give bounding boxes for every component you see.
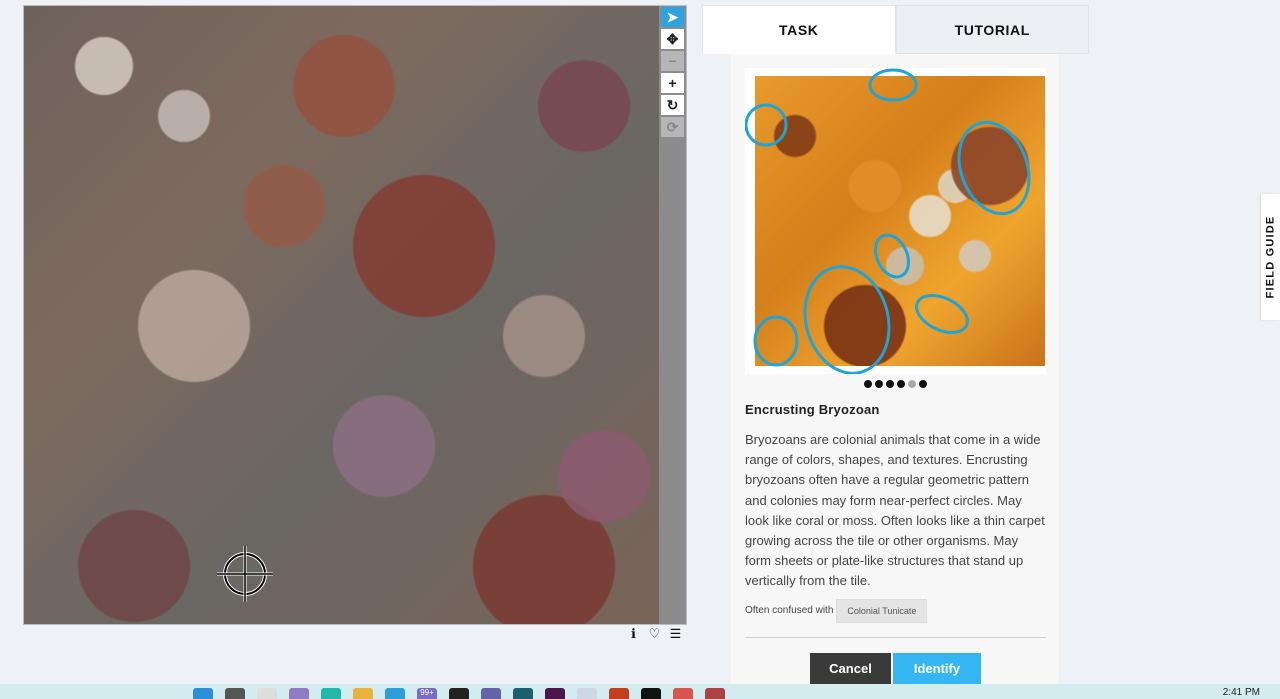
arrow-cursor-icon: ➤ [666, 8, 679, 25]
highlight-ellipse [745, 103, 788, 147]
tab-tutorial[interactable]: TUTORIAL [895, 5, 1089, 54]
taskbar-app-mail-icon[interactable]: 99+ [417, 688, 437, 699]
example-pagination [745, 380, 1046, 388]
highlight-ellipses [745, 68, 1031, 374]
taskbar-app-files-icon[interactable] [257, 688, 277, 699]
reset-tool[interactable]: ⟳ [661, 117, 684, 137]
refresh-icon: ⟳ [666, 118, 679, 135]
example-dot[interactable] [897, 380, 905, 388]
zoom-out-tool[interactable]: − [661, 51, 684, 71]
example-dot[interactable] [875, 380, 883, 388]
example-dot[interactable] [908, 380, 916, 388]
species-title: Encrusting Bryozoan [745, 402, 880, 417]
highlight-ellipse [957, 120, 1031, 216]
os-taskbar: 99+ 2:41 PM [0, 684, 1280, 699]
taskbar-app-terminal-icon[interactable] [513, 688, 533, 699]
rotate-tool[interactable]: ↻ [661, 95, 684, 115]
cancel-button[interactable]: Cancel [810, 652, 891, 684]
species-details: Encrusting Bryozoan Bryozoans are coloni… [731, 54, 1059, 699]
highlight-ellipse [868, 68, 918, 102]
taskbar-app-teams-icon[interactable] [481, 688, 501, 699]
tab-task[interactable]: TASK [702, 5, 896, 54]
example-dot[interactable] [919, 380, 927, 388]
taskbar-app-folder-icon[interactable] [353, 688, 373, 699]
minus-icon: − [668, 53, 677, 69]
action-buttons: Cancel Identify [745, 652, 1046, 684]
highlight-ellipse [874, 233, 910, 279]
subject-viewer[interactable]: ➤ ✥ − + ↻ ⟳ [23, 5, 687, 625]
field-guide-label: FIELD GUIDE [1264, 215, 1277, 299]
subject-image[interactable] [24, 6, 660, 624]
identify-button[interactable]: Identify [893, 652, 981, 684]
pointer-tool[interactable]: ➤ [661, 7, 684, 27]
subject-meta-icons: ℹ ♡ ☰ [626, 626, 683, 641]
taskbar-app-chrome-icon[interactable] [673, 688, 693, 699]
task-panel: TASK TUTORIAL Encrusting Bryozoan Bryozo… [702, 5, 1089, 699]
taskbar-clock: 2:41 PM [1222, 687, 1260, 698]
confused-with-chip[interactable]: Colonial Tunicate [836, 598, 928, 623]
taskbar-app-github-icon[interactable] [641, 688, 661, 699]
highlight-ellipse [753, 315, 799, 367]
example-dot[interactable] [886, 380, 894, 388]
plus-icon: + [668, 75, 677, 91]
zoom-in-tool[interactable]: + [661, 73, 684, 93]
highlight-ellipse [803, 265, 891, 374]
species-description: Bryozoans are colonial animals that come… [745, 432, 1045, 589]
confused-with-row: Often confused with Colonial Tunicate [745, 598, 1046, 623]
crosshair-cursor-icon [217, 546, 273, 602]
field-guide-tab[interactable]: FIELD GUIDE [1261, 194, 1280, 320]
panel-tabs: TASK TUTORIAL [702, 5, 1089, 54]
taskbar-app-slack-icon[interactable] [545, 688, 565, 699]
info-icon[interactable]: ℹ [626, 626, 641, 641]
example-image-frame [745, 68, 1046, 374]
heart-icon[interactable]: ♡ [647, 626, 662, 641]
taskbar-app-notes-icon[interactable] [577, 688, 597, 699]
taskbar-app-windows-icon[interactable] [193, 688, 213, 699]
taskbar-app-dropbox-icon[interactable] [449, 688, 469, 699]
taskbar-app-search-icon[interactable] [225, 688, 245, 699]
taskbar-app-store-icon[interactable] [385, 688, 405, 699]
example-dot[interactable] [864, 380, 872, 388]
confused-with-label: Often confused with [745, 605, 834, 617]
taskbar-app-edge-icon[interactable] [321, 688, 341, 699]
move-tool[interactable]: ✥ [661, 29, 684, 49]
divider [745, 636, 1046, 638]
taskbar-app-browser-icon[interactable] [289, 688, 309, 699]
viewer-toolbar: ➤ ✥ − + ↻ ⟳ [659, 6, 686, 624]
rotate-icon: ↻ [666, 96, 679, 113]
highlight-ellipse [915, 294, 969, 334]
taskbar-apps: 99+ [193, 688, 725, 699]
taskbar-app-games-icon[interactable] [705, 688, 725, 699]
list-icon[interactable]: ☰ [668, 626, 683, 641]
move-arrows-icon: ✥ [666, 30, 679, 47]
taskbar-app-office-icon[interactable] [609, 688, 629, 699]
